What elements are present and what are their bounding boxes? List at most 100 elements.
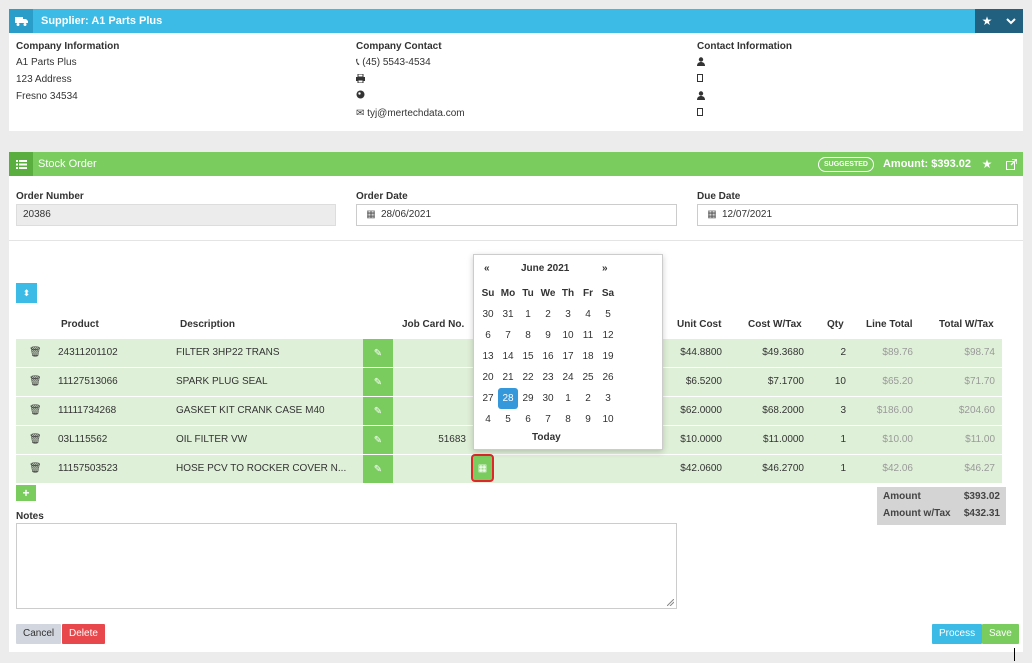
calendar-day[interactable]: 18: [578, 346, 598, 367]
calendar-day[interactable]: 6: [518, 409, 538, 430]
calendar-day[interactable]: 6: [478, 325, 498, 346]
description: HOSE PCV TO ROCKER COVER N...: [176, 463, 347, 474]
column-header-line-total[interactable]: Line Total: [866, 319, 912, 330]
column-header-total-wtax[interactable]: Total W/Tax: [939, 319, 994, 330]
calendar-prev-button[interactable]: «: [484, 261, 490, 277]
column-header-product[interactable]: Product: [61, 319, 99, 330]
calendar-day[interactable]: 3: [558, 304, 578, 325]
delete-button[interactable]: Delete: [62, 624, 105, 644]
star-icon[interactable]: ★: [975, 9, 999, 33]
mobile-icon: [697, 108, 703, 119]
email-address[interactable]: tyj@mertechdata.com: [367, 108, 464, 119]
description: SPARK PLUG SEAL: [176, 376, 268, 387]
calendar-day[interactable]: 5: [498, 409, 518, 430]
calendar-day[interactable]: 31: [498, 304, 518, 325]
calendar-day[interactable]: 22: [518, 367, 538, 388]
calendar-day[interactable]: 16: [538, 346, 558, 367]
order-number-field[interactable]: 20386: [16, 204, 336, 226]
calendar-day[interactable]: 2: [538, 304, 558, 325]
calendar-icon[interactable]: ▦: [702, 205, 722, 225]
unit-cost: $42.0600: [680, 463, 722, 474]
process-button[interactable]: Process: [932, 624, 983, 644]
edit-icon[interactable]: ✎: [363, 339, 393, 367]
calendar-day[interactable]: 25: [578, 367, 598, 388]
calendar-day[interactable]: 4: [478, 409, 498, 430]
weekday-label: Fr: [583, 288, 593, 299]
calendar-day[interactable]: 19: [598, 346, 618, 367]
calendar-day[interactable]: 12: [598, 325, 618, 346]
calendar-day[interactable]: 5: [598, 304, 618, 325]
calendar-day[interactable]: 2: [578, 388, 598, 409]
chevron-down-icon[interactable]: [999, 9, 1023, 33]
supplier-header-actions: ★: [975, 9, 1023, 33]
column-header-description[interactable]: Description: [180, 319, 235, 330]
company-name: A1 Parts Plus: [16, 57, 77, 68]
calendar-grid: Su Mo Tu We Th Fr Sa 30 31 1 2 3 4 5 6 7…: [478, 283, 618, 430]
save-button[interactable]: Save: [982, 624, 1019, 644]
trash-icon[interactable]: 🗑︎: [29, 339, 42, 367]
calendar-day[interactable]: 10: [598, 409, 618, 430]
calendar-day[interactable]: 29: [518, 388, 538, 409]
calendar-day[interactable]: 26: [598, 367, 618, 388]
calendar-today-button[interactable]: Today: [532, 432, 561, 443]
calendar-day[interactable]: 7: [498, 325, 518, 346]
resize-handle-icon[interactable]: [667, 599, 674, 606]
trash-icon[interactable]: 🗑︎: [29, 397, 42, 425]
calendar-day[interactable]: 9: [538, 325, 558, 346]
calendar-day[interactable]: 23: [538, 367, 558, 388]
calendar-day[interactable]: 17: [558, 346, 578, 367]
edit-icon[interactable]: ✎: [363, 368, 393, 396]
company-address: 123 Address: [16, 74, 72, 85]
column-header-unit-cost[interactable]: Unit Cost: [677, 319, 721, 330]
calendar-day[interactable]: 14: [498, 346, 518, 367]
edit-icon[interactable]: ✎: [363, 426, 393, 454]
calendar-day[interactable]: 13: [478, 346, 498, 367]
calendar-day[interactable]: 10: [558, 325, 578, 346]
unit-cost: $44.8800: [680, 347, 722, 358]
calendar-day[interactable]: 27: [478, 388, 498, 409]
calendar-day[interactable]: 15: [518, 346, 538, 367]
calendar-day[interactable]: 20: [478, 367, 498, 388]
calendar-next-button[interactable]: »: [602, 261, 608, 277]
external-link-icon[interactable]: [999, 152, 1023, 176]
calendar-day[interactable]: 24: [558, 367, 578, 388]
column-header-qty[interactable]: Qty: [827, 319, 844, 330]
calendar-day[interactable]: 8: [518, 325, 538, 346]
calendar-day[interactable]: 1: [518, 304, 538, 325]
job-date-calendar-button[interactable]: ▦: [471, 454, 494, 482]
column-header-cost-wtax[interactable]: Cost W/Tax: [748, 319, 802, 330]
calendar-month-title[interactable]: June 2021: [521, 261, 569, 277]
calendar-day[interactable]: 4: [578, 304, 598, 325]
supplier-header: Supplier: A1 Parts Plus ★: [9, 9, 1023, 33]
calendar-day[interactable]: 8: [558, 409, 578, 430]
column-header-job-card[interactable]: Job Card No.: [402, 319, 464, 330]
add-row-button[interactable]: +: [16, 485, 36, 501]
trash-icon[interactable]: 🗑︎: [29, 368, 42, 396]
calendar-day[interactable]: 30: [538, 388, 558, 409]
calendar-day[interactable]: 9: [578, 409, 598, 430]
edit-icon[interactable]: ✎: [363, 397, 393, 425]
star-icon[interactable]: ★: [975, 152, 999, 176]
edit-icon[interactable]: ✎: [363, 455, 393, 483]
calendar-day-selected[interactable]: 28: [498, 388, 518, 409]
notes-textarea[interactable]: [16, 523, 677, 609]
calendar-day[interactable]: 7: [538, 409, 558, 430]
due-date-field[interactable]: ▦ 12/07/2021: [697, 204, 1018, 226]
sort-toggle-button[interactable]: ⬍: [16, 283, 37, 303]
calendar-icon[interactable]: ▦: [361, 205, 381, 225]
weekday-label: Su: [481, 288, 495, 299]
order-date-label: Order Date: [356, 191, 408, 202]
stock-order-header: Stock Order SUGGESTED Amount: $393.02 ★: [9, 152, 1023, 176]
order-date-field[interactable]: ▦ 28/06/2021: [356, 204, 677, 226]
qty: 1: [840, 434, 846, 445]
calendar-day[interactable]: 1: [558, 388, 578, 409]
calendar-day[interactable]: 3: [598, 388, 618, 409]
order-date-value: 28/06/2021: [381, 209, 432, 220]
calendar-day[interactable]: 21: [498, 367, 518, 388]
sort-icon: ⬍: [22, 287, 31, 298]
calendar-day[interactable]: 11: [578, 325, 598, 346]
trash-icon[interactable]: 🗑︎: [29, 426, 42, 454]
cancel-button[interactable]: Cancel: [16, 624, 62, 644]
trash-icon[interactable]: 🗑︎: [29, 455, 42, 483]
calendar-day[interactable]: 30: [478, 304, 498, 325]
